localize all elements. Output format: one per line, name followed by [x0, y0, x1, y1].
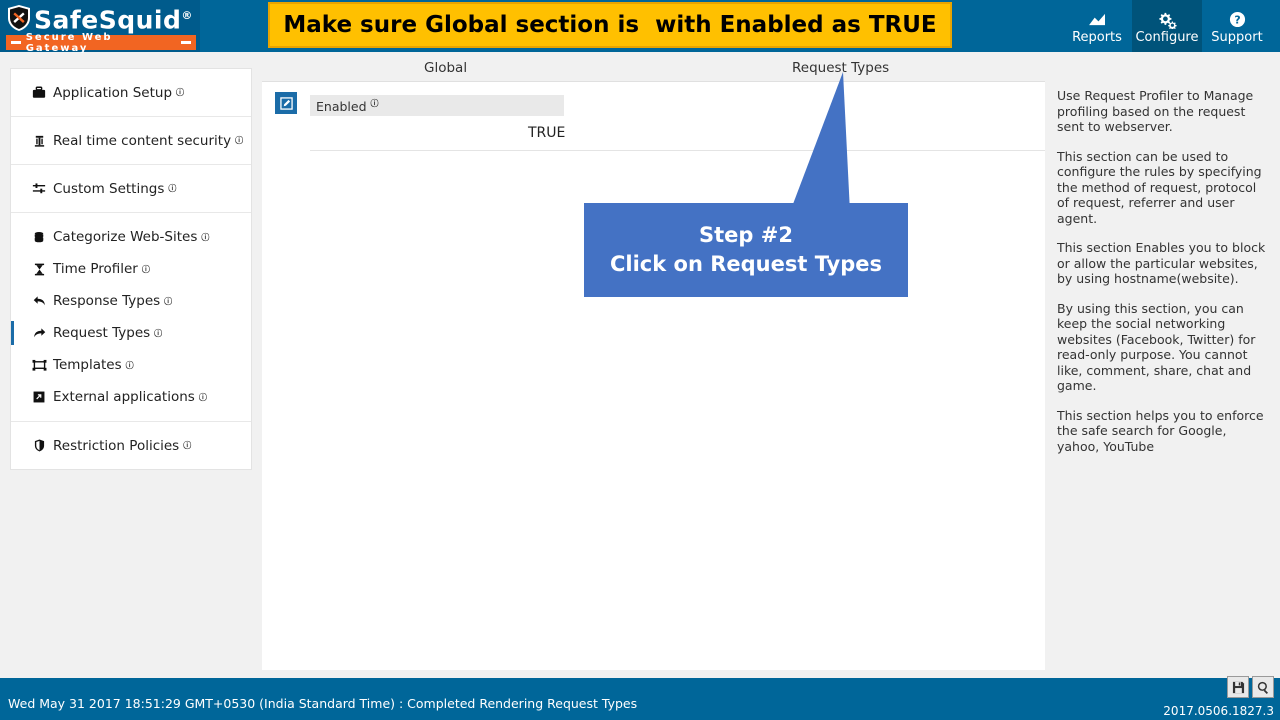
sidebar-group-1: Application Setup ⓘ [11, 69, 251, 117]
info-badge-icon[interactable]: ⓘ [168, 183, 176, 194]
sidebar-item-restriction-policies[interactable]: Restriction Policies ⓘ [11, 422, 251, 469]
sidebar-item-custom-settings[interactable]: Custom Settings ⓘ [11, 165, 251, 212]
search-icon[interactable] [1252, 676, 1274, 698]
sidebar-group-4: Categorize Web-Sites ⓘ Time Profiler ⓘ R… [11, 221, 251, 422]
topnav-item-configure[interactable]: Configure [1132, 0, 1202, 52]
callout-line-1: Step #2 [699, 223, 793, 247]
callout-line-2: Click on Request Types [609, 252, 882, 276]
info-badge-icon[interactable]: ⓘ [176, 87, 184, 98]
gears-icon [1157, 9, 1178, 29]
info-badge-icon[interactable]: ⓘ [142, 264, 150, 275]
tab-global[interactable]: Global [424, 56, 467, 81]
row-divider [310, 150, 1045, 151]
help-paragraph: This section can be used to configure th… [1057, 148, 1262, 226]
info-badge-icon[interactable]: ⓘ [126, 360, 134, 371]
tagline-text: Secure Web Gateway [25, 31, 113, 54]
sidebar-label-external-applications: External applications [53, 389, 195, 405]
sidebar-label-time-profiler: Time Profiler [53, 261, 138, 277]
section-tabbar: Global Request Types [262, 56, 1045, 82]
arrow-return-right-icon [29, 327, 49, 339]
sidebar-item-time-profiler[interactable]: Time Profiler ⓘ [11, 253, 251, 285]
database-icon [29, 231, 49, 244]
sidebar-group-3: Custom Settings ⓘ [11, 165, 251, 213]
sidebar-label-custom-settings: Custom Settings [53, 180, 165, 197]
enabled-field-value: TRUE [528, 125, 566, 141]
edit-pencil-icon[interactable] [275, 92, 297, 114]
info-badge-icon[interactable]: ⓘ [371, 99, 379, 108]
briefcase-icon [29, 86, 49, 99]
help-panel: Use Request Profiler to Manage profiling… [1045, 56, 1280, 670]
info-badge-icon[interactable]: ⓘ [235, 135, 243, 146]
sidebar-item-request-types[interactable]: Request Types ⓘ [11, 317, 251, 349]
topnav-label-support: Support [1211, 30, 1263, 45]
sidebar-item-templates[interactable]: Templates ⓘ [11, 349, 251, 381]
sidebar-item-application-setup[interactable]: Application Setup ⓘ [11, 69, 251, 116]
arrow-return-left-icon [29, 295, 49, 307]
sidebar-item-response-types[interactable]: Response Types ⓘ [11, 285, 251, 317]
logo-text: SafeSquid® [34, 5, 193, 35]
enabled-setting-row: Enabled ⓘ TRUE [262, 81, 1045, 151]
info-badge-icon[interactable]: ⓘ [199, 392, 207, 403]
topnav-label-reports: Reports [1072, 30, 1122, 45]
logo-row: SafeSquid® [6, 2, 200, 34]
templates-icon [29, 359, 49, 372]
sidebar-group-2: Real time content security ⓘ [11, 117, 251, 165]
svg-text:?: ? [1234, 13, 1240, 26]
shield-icon [29, 439, 49, 452]
sidebar-label-response-types: Response Types [53, 293, 161, 309]
instruction-banner: Make sure Global section is with Enabled… [268, 2, 952, 48]
sidebar-item-categorize-web-sites[interactable]: Categorize Web-Sites ⓘ [11, 221, 251, 253]
status-bar-message: Wed May 31 2017 18:51:29 GMT+0530 (India… [8, 696, 638, 711]
sidebar-label-request-types: Request Types [53, 325, 151, 341]
topnav-item-reports[interactable]: Reports [1062, 0, 1132, 52]
logo-tagline: Secure Web Gateway [6, 32, 196, 54]
enabled-label-text: Enabled [316, 99, 367, 115]
question-circle-icon: ? [1229, 9, 1246, 29]
topnav-label-configure: Configure [1135, 30, 1199, 45]
chart-icon [1088, 9, 1107, 29]
info-badge-icon[interactable]: ⓘ [183, 440, 191, 451]
bug-shield-icon [29, 134, 49, 147]
external-app-icon [29, 391, 49, 403]
sidebar-navigation: Application Setup ⓘ Real time content se… [10, 68, 252, 470]
sidebar-label-real-time-content-security: Real time content security [53, 132, 232, 149]
instruction-banner-text: Make sure Global section is with Enabled… [283, 12, 937, 38]
app-header: SafeSquid® Secure Web Gateway Make sure … [0, 0, 1280, 54]
shield-logo-icon [6, 4, 32, 32]
callout-box: Step #2 Click on Request Types [584, 203, 908, 297]
enabled-field-label: Enabled ⓘ [310, 95, 564, 116]
sidebar-label-templates: Templates [53, 357, 122, 373]
logo-registered-mark: ® [181, 8, 193, 22]
help-paragraph: This section Enables you to block or all… [1057, 240, 1266, 286]
callout-arrow [790, 72, 910, 212]
help-paragraph: By using this section, you can keep the … [1057, 300, 1256, 394]
main-content: Global Request Types Enabled ⓘ TRUE [262, 56, 1045, 670]
sidebar-item-real-time-content-security[interactable]: Real time content security ⓘ [11, 117, 251, 164]
help-paragraph: Use Request Profiler to Manage profiling… [1057, 88, 1254, 134]
save-icon[interactable] [1227, 676, 1249, 698]
tagline-dash-right [181, 41, 192, 44]
sidebar-group-5: Restriction Policies ⓘ [11, 422, 251, 469]
sidebar-item-external-applications[interactable]: External applications ⓘ [11, 381, 251, 413]
sidebar-label-application-setup: Application Setup [53, 84, 173, 101]
version-label: 2017.0506.1827.3 [1163, 704, 1274, 718]
status-bar: Wed May 31 2017 18:51:29 GMT+0530 (India… [0, 678, 1280, 720]
hourglass-icon [29, 263, 49, 276]
sidebar-label-restriction-policies: Restriction Policies [53, 437, 180, 454]
footer-button-group [1227, 676, 1274, 698]
info-badge-icon[interactable]: ⓘ [201, 232, 209, 243]
topnav-item-support[interactable]: ? Support [1202, 0, 1272, 52]
help-paragraph: This section helps you to enforce the sa… [1057, 407, 1264, 454]
info-badge-icon[interactable]: ⓘ [164, 296, 172, 307]
sliders-icon [29, 182, 49, 195]
info-badge-icon[interactable]: ⓘ [154, 328, 162, 339]
app-logo: SafeSquid® Secure Web Gateway [0, 0, 200, 54]
tagline-dash-left [11, 41, 21, 44]
top-navigation: Reports Configure ? Support [1062, 0, 1272, 52]
sidebar-label-categorize-web-sites: Categorize Web-Sites [53, 229, 198, 245]
